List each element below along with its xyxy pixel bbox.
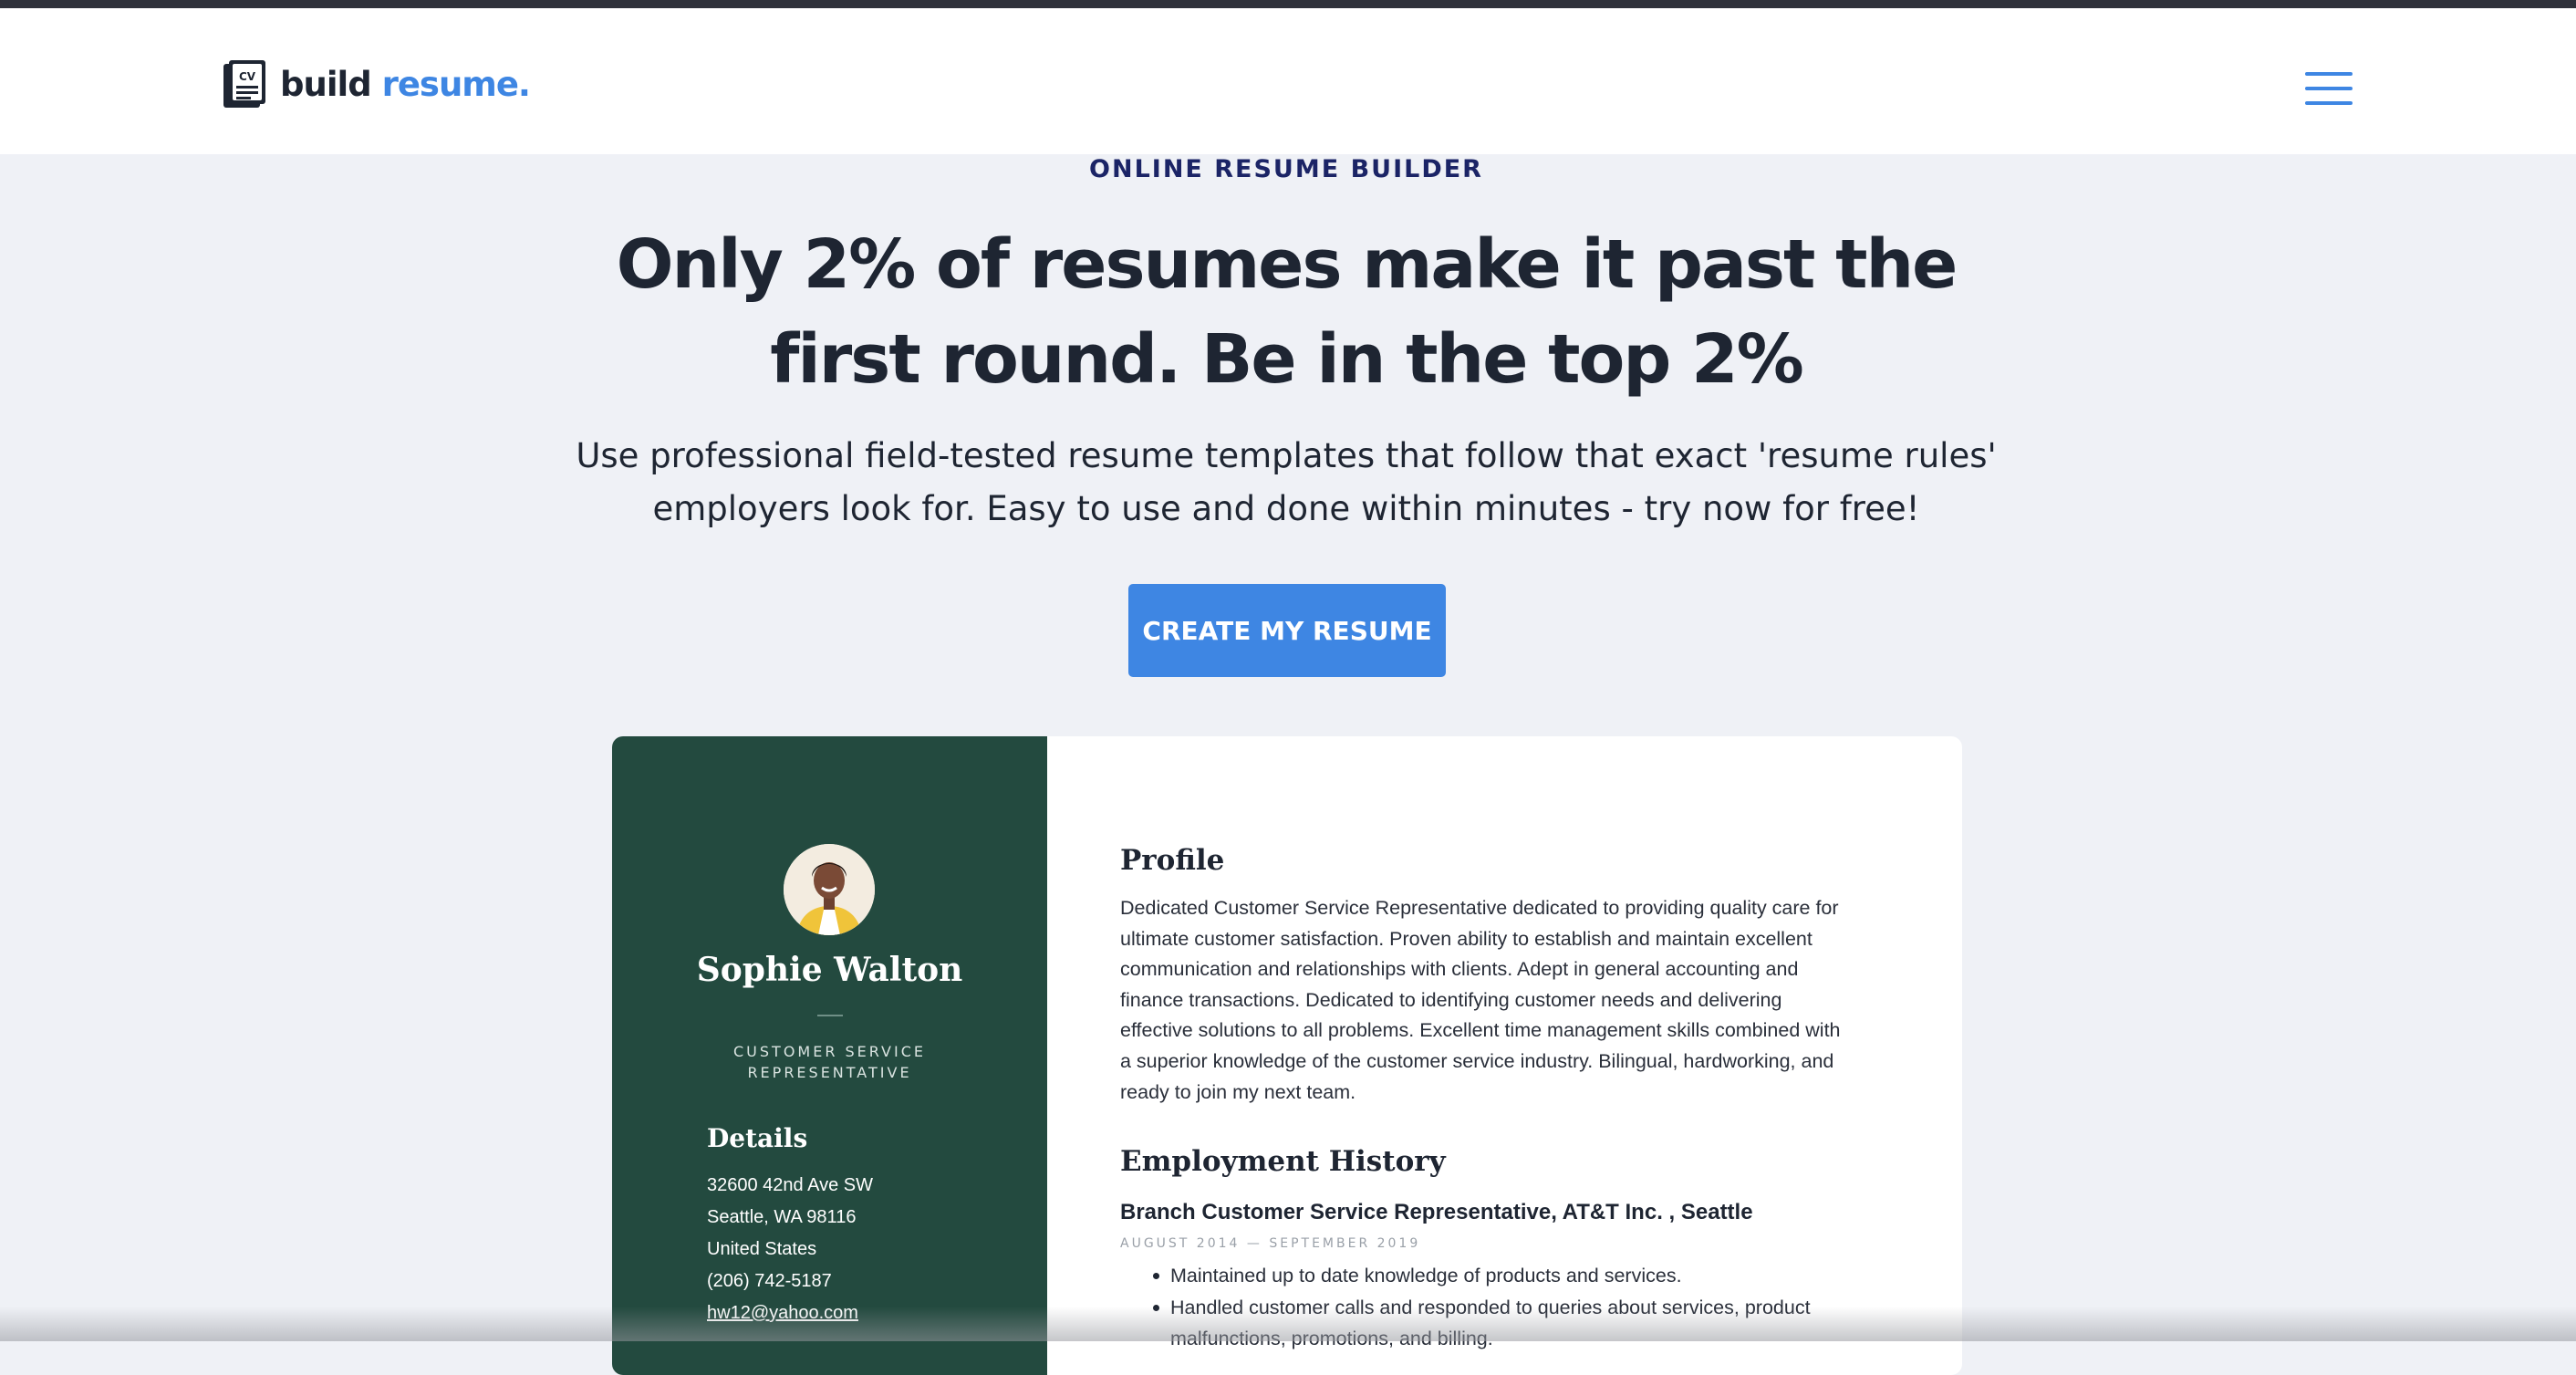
menu-line xyxy=(2305,87,2353,90)
resume-name: Sophie Walton xyxy=(696,951,963,989)
job-dates: AUGUST 2014 — SEPTEMBER 2019 xyxy=(1120,1236,1421,1251)
hero-headline: Only 2% of resumes make it past the firs… xyxy=(616,225,1958,399)
job-bullet-text: malfunctions, promotions, and billing. xyxy=(1170,1328,1493,1349)
job-bullet-list: Maintained up to date knowledge of produ… xyxy=(1120,1260,1905,1355)
menu-line xyxy=(2305,101,2353,105)
hero-eyebrow: ONLINE RESUME BUILDER xyxy=(1089,155,1483,183)
profile-heading: Profile xyxy=(1120,844,1225,877)
detail-phone: (206) 742-5187 xyxy=(707,1271,832,1291)
menu-line xyxy=(2305,72,2353,76)
detail-address-line2: Seattle, WA 98116 xyxy=(707,1207,857,1227)
bullet-icon xyxy=(1153,1273,1159,1279)
list-item: Handled customer calls and responded to … xyxy=(1120,1292,1905,1324)
resume-main: Profile Dedicated Customer Service Repre… xyxy=(1047,736,1962,1375)
profile-text: Dedicated Customer Service Representativ… xyxy=(1120,893,1868,1108)
profile-line: finance transactions. Dedicated to ident… xyxy=(1120,988,1782,1011)
list-item: Maintained up to date knowledge of produ… xyxy=(1120,1260,1905,1292)
profile-line: communication and relationships with cli… xyxy=(1120,958,1799,981)
detail-email-link[interactable]: hw12@yahoo.com xyxy=(707,1297,873,1329)
logo-word: build xyxy=(280,64,372,104)
details-list: 32600 42nd Ave SW Seattle, WA 98116 Unit… xyxy=(707,1170,873,1329)
create-resume-button[interactable]: CREATE MY RESUME xyxy=(1128,584,1446,677)
details-heading: Details xyxy=(707,1123,808,1153)
menu-button[interactable] xyxy=(2305,72,2353,105)
resume-preview: Sophie Walton CUSTOMER SERVICE REPRESENT… xyxy=(612,736,1962,1375)
job-bullet-text: Maintained up to date knowledge of produ… xyxy=(1170,1265,1682,1286)
list-item: malfunctions, promotions, and billing. xyxy=(1120,1323,1905,1355)
logo-accent-word: resume. xyxy=(381,64,531,104)
avatar xyxy=(784,844,875,935)
resume-job-title: CUSTOMER SERVICE REPRESENTATIVE xyxy=(733,1043,926,1081)
cv-document-icon: CV xyxy=(222,58,267,109)
detail-country: United States xyxy=(707,1239,817,1259)
employment-heading: Employment History xyxy=(1120,1145,1446,1178)
job-title: Branch Customer Service Representative, … xyxy=(1120,1200,1753,1224)
hero-subline: Use professional field-tested resume tem… xyxy=(576,436,1997,528)
logo-wordmark: build resume. xyxy=(280,64,531,104)
profile-line: a superior knowledge of the customer ser… xyxy=(1120,1049,1834,1072)
profile-line: effective solutions to all problems. Exc… xyxy=(1120,1019,1841,1042)
detail-address-line1: 32600 42nd Ave SW xyxy=(707,1175,873,1195)
logo-icon-text: CV xyxy=(239,70,256,83)
job-bullet-text: Handled customer calls and responded to … xyxy=(1170,1296,1811,1318)
bullet-icon xyxy=(1153,1304,1159,1311)
name-divider xyxy=(817,1015,843,1016)
site-header: CV build resume. xyxy=(0,8,2576,154)
resume-sidebar: Sophie Walton CUSTOMER SERVICE REPRESENT… xyxy=(612,736,1047,1375)
window-top-bar xyxy=(0,0,2576,8)
site-logo[interactable]: CV build resume. xyxy=(222,57,531,110)
profile-line: Dedicated Customer Service Representativ… xyxy=(1120,897,1839,919)
profile-line: ready to join my next team. xyxy=(1120,1080,1356,1103)
profile-line: ultimate customer satisfaction. Proven a… xyxy=(1120,927,1813,950)
